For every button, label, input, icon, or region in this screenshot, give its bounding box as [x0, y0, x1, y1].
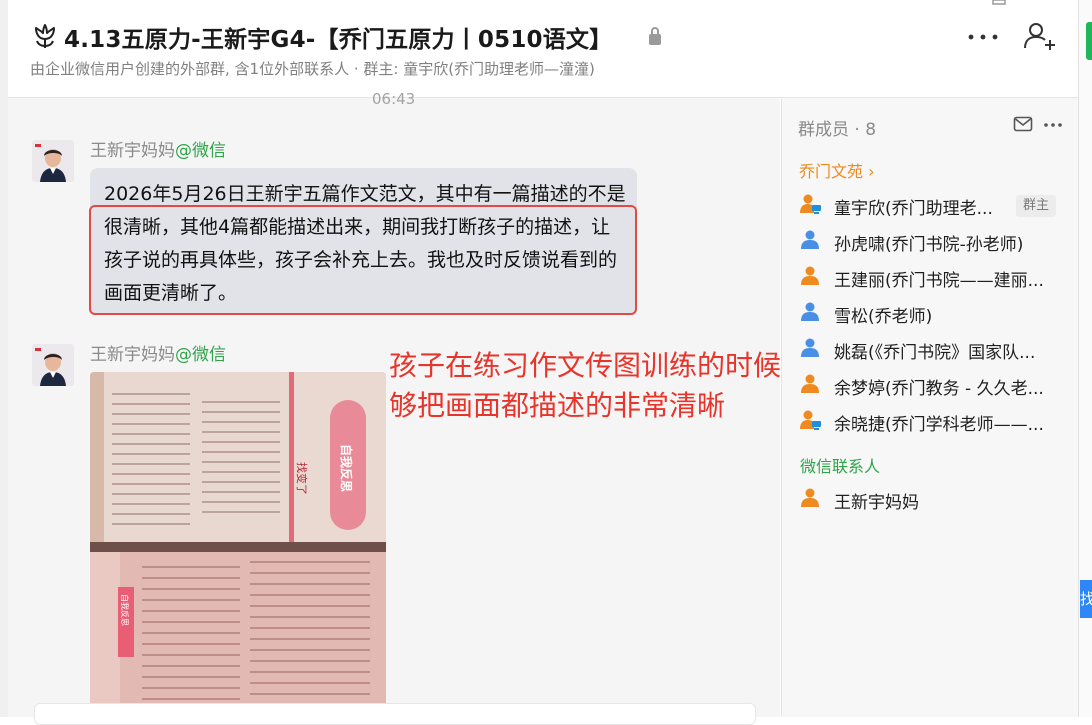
member-icon: [801, 338, 819, 357]
members-count-title: 群成员 · 8: [798, 120, 877, 140]
photo-heading: 找变了: [295, 462, 309, 495]
mail-icon[interactable]: [1013, 116, 1033, 132]
wechat-source-tag: @微信: [175, 141, 226, 161]
section-wechat-contacts: 微信联系人: [800, 457, 881, 476]
member-name[interactable]: 姚磊(《乔门书院》国家队...: [834, 338, 1035, 363]
member-name[interactable]: 王建丽(乔门书院——建丽...: [834, 266, 1044, 291]
member-name[interactable]: 余梦婷(乔门教务 - 久久老...: [834, 374, 1044, 399]
highlight-box: [89, 205, 637, 315]
green-edge-tab[interactable]: [1086, 22, 1092, 60]
sender-label: 王新宇妈妈: [90, 141, 175, 161]
member-panel: [781, 98, 1079, 717]
window-control-icon[interactable]: [990, 0, 1010, 6]
lock-icon: [649, 27, 661, 45]
member-icon: [801, 374, 819, 393]
member-with-device-icon: [800, 194, 821, 214]
left-sidebar-edge: [0, 0, 8, 717]
message-timestamp: 06:43: [372, 90, 416, 108]
more-options-icon[interactable]: [966, 32, 1000, 42]
tulip-icon: [35, 24, 55, 48]
member-icon: [801, 488, 819, 507]
member-name[interactable]: 余晓捷(乔门学科老师——...: [834, 410, 1044, 435]
member-name[interactable]: 孙虎啸(乔门书院-孙老师): [834, 230, 1023, 255]
member-name[interactable]: 雪松(乔老师): [834, 302, 932, 327]
member-icon: [801, 266, 819, 285]
sender-name: 王新宇妈妈@微信: [90, 136, 226, 161]
member-icon: [801, 302, 819, 321]
group-subtitle: 由企业微信用户创建的外部群, 含1位外部联系人 · 群主: 童宇欣(乔门助理老师…: [30, 60, 595, 78]
message-input-box[interactable]: [34, 703, 756, 725]
wechat-source-tag: @微信: [175, 345, 226, 365]
panel-more-icon[interactable]: [1043, 122, 1063, 128]
blue-edge-tab[interactable]: 找: [1080, 580, 1092, 618]
sender-label: 王新宇妈妈: [90, 345, 175, 365]
member-name[interactable]: 王新宇妈妈: [834, 488, 919, 513]
owner-badge: 群主: [1016, 195, 1056, 217]
section-qiaomen-wenyuan[interactable]: 乔门文苑 ›: [799, 158, 875, 182]
avatar[interactable]: [32, 344, 74, 386]
member-name[interactable]: 童宇欣(乔门助理老...: [834, 194, 993, 219]
add-member-icon[interactable]: [1022, 20, 1058, 52]
group-title: 4.13五原力-王新宇G4-【乔门五原力丨0510语文】: [64, 27, 613, 53]
avatar[interactable]: [32, 140, 74, 182]
sender-name: 王新宇妈妈@微信: [90, 340, 226, 365]
photo-lower-tag: 自我反思: [120, 594, 130, 626]
annotation-text: 孩子在练习作文传图训练的时候能够把画面都描述的非常清晰: [389, 349, 810, 422]
photo-seal-text: 自我反思: [339, 444, 354, 492]
message-photo[interactable]: 找变了 自我反思 自我反思: [90, 372, 386, 717]
member-with-device-icon: [800, 410, 821, 430]
member-icon: [801, 230, 819, 249]
